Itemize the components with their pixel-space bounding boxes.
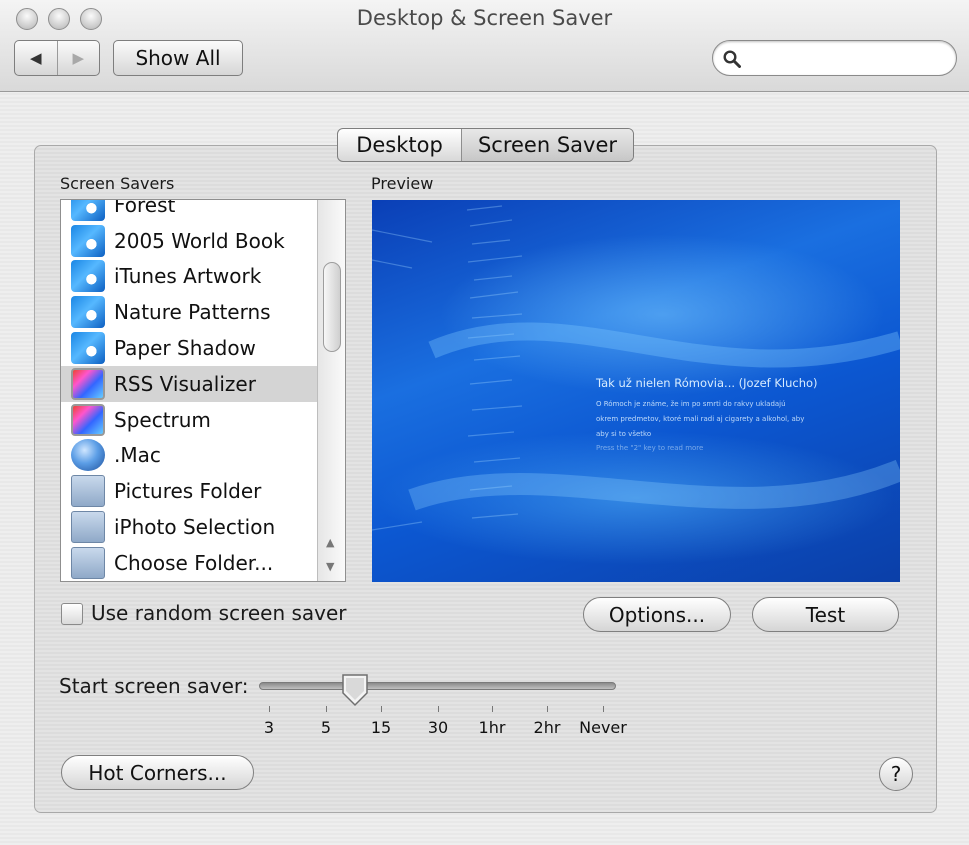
slider-tick [603, 706, 604, 712]
blue-swirl-icon [71, 332, 105, 365]
hot-corners-button[interactable]: Hot Corners... [61, 755, 254, 790]
start-screen-saver-label: Start screen saver: [59, 674, 249, 698]
blue-swirl-icon [71, 224, 105, 257]
slider-tick [492, 706, 493, 712]
slider-tick [326, 706, 327, 712]
list-scrollbar[interactable]: ▲ ▼ [317, 200, 345, 581]
list-item-label: Nature Patterns [114, 300, 271, 325]
dotmac-globe-icon [71, 439, 105, 472]
rss-body-line: O Rómoch je známe, že im po smrti do rak… [596, 400, 786, 408]
search-input[interactable] [749, 47, 944, 69]
list-item[interactable]: RSS Visualizer [61, 365, 319, 402]
screen-savers-heading: Screen Savers [60, 174, 175, 193]
random-screen-saver-label[interactable]: Use random screen saver [91, 601, 347, 625]
start-delay-slider-track[interactable] [259, 682, 616, 690]
scroll-down-arrow-icon[interactable]: ▼ [326, 560, 334, 573]
list-item[interactable]: Paper Shadow [61, 330, 319, 366]
help-button[interactable]: ? [879, 757, 913, 791]
scroll-up-arrow-icon[interactable]: ▲ [326, 536, 334, 549]
list-item-label: iPhoto Selection [114, 515, 276, 540]
screen-saver-rows: Forest 2005 World Book iTunes Artwork Natur… [61, 199, 319, 581]
list-item[interactable]: Pictures Folder [61, 473, 319, 509]
folder-icon [71, 546, 105, 579]
spectrum-icon [71, 403, 105, 436]
preview-heading: Preview [371, 174, 434, 193]
slider-tick-label: 30 [427, 718, 449, 737]
screen-saver-preview: Tak už nielen Rómovia... (Jozef Klucho) … [372, 200, 900, 582]
rss-body-line: aby si to všetko [596, 430, 652, 438]
options-button[interactable]: Options... [583, 597, 731, 632]
slider-tick-label: 3 [263, 718, 275, 737]
slider-tick [438, 706, 439, 712]
forward-button[interactable]: ▶ [58, 41, 100, 75]
list-item[interactable]: Nature Patterns [61, 294, 319, 330]
list-item[interactable]: .Mac [61, 438, 319, 474]
list-item-label: 2005 World Book [114, 228, 285, 253]
back-button[interactable]: ◀ [15, 41, 58, 75]
title-bar: Desktop & Screen Saver ◀ ▶ Show All [0, 0, 969, 92]
list-item[interactable]: Forest [61, 199, 319, 223]
random-screen-saver-checkbox[interactable] [61, 603, 83, 625]
tab-bar: Desktop Screen Saver [337, 128, 634, 162]
slider-tick [547, 706, 548, 712]
test-button[interactable]: Test [752, 597, 899, 632]
list-item[interactable]: 2005 World Book [61, 223, 319, 259]
slider-tick [269, 706, 270, 712]
blue-swirl-icon [71, 260, 105, 293]
list-item[interactable]: iTunes Artwork [61, 259, 319, 295]
rss-article-text: Tak už nielen Rómovia... (Jozef Klucho) … [596, 376, 886, 452]
rss-hint: Press the "2" key to read more [596, 444, 704, 452]
list-item-label: iTunes Artwork [114, 264, 262, 289]
list-item-label: Forest [114, 199, 176, 217]
list-item-label: Pictures Folder [114, 479, 262, 504]
show-all-button[interactable]: Show All [113, 40, 243, 76]
tab-desktop[interactable]: Desktop [338, 129, 462, 161]
list-item-label: Paper Shadow [114, 336, 256, 361]
back-forward-control: ◀ ▶ [14, 40, 100, 76]
folder-icon [71, 511, 105, 544]
slider-tick-label: 15 [370, 718, 392, 737]
scrollbar-thumb[interactable] [323, 262, 341, 352]
folder-icon [71, 475, 105, 508]
slider-tick-label: 1hr [478, 718, 506, 737]
slider-tick [381, 706, 382, 712]
rss-body-line: okrem predmetov, ktoré mali radi aj ciga… [596, 415, 805, 423]
list-item-label: .Mac [114, 443, 161, 468]
start-delay-slider-knob[interactable] [341, 673, 369, 707]
blue-swirl-icon [71, 296, 105, 329]
screen-saver-list: Forest 2005 World Book iTunes Artwork Natur… [60, 199, 346, 582]
spectrum-icon [71, 367, 105, 400]
list-item[interactable]: iPhoto Selection [61, 509, 319, 545]
rss-article-body: O Rómoch je známe, že im po smrti do rak… [596, 397, 886, 442]
list-item[interactable]: Spectrum [61, 402, 319, 438]
rss-article-title: Tak už nielen Rómovia... (Jozef Klucho) [596, 376, 818, 390]
list-item[interactable]: Choose Folder... [61, 545, 319, 581]
blue-swirl-icon [71, 200, 105, 221]
window-title: Desktop & Screen Saver [356, 6, 613, 30]
list-item-label: Spectrum [114, 407, 211, 432]
list-item-label: Choose Folder... [114, 550, 274, 575]
search-field[interactable] [712, 40, 957, 76]
magnifier-icon [723, 50, 741, 68]
tab-screen-saver[interactable]: Screen Saver [462, 129, 633, 161]
slider-tick-label: 5 [320, 718, 332, 737]
system-preferences-window: Desktop & Screen Saver ◀ ▶ Show All Desk… [0, 0, 969, 845]
slider-tick-label: 2hr [533, 718, 561, 737]
slider-tick-label: Never [579, 718, 627, 737]
list-item-label: RSS Visualizer [114, 371, 256, 396]
